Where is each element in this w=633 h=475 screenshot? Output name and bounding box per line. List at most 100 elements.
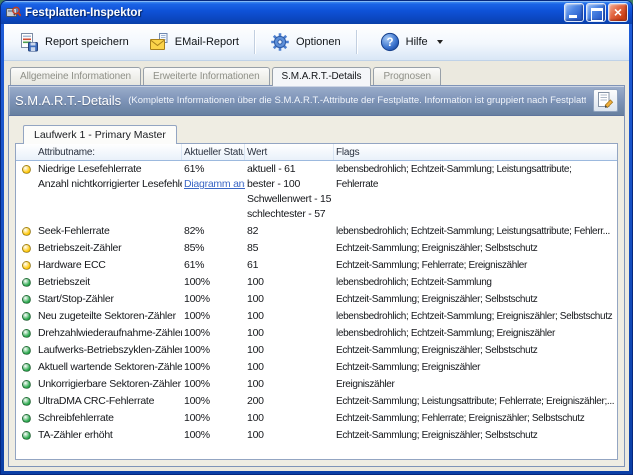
cell-text-line: aktuell - 61: [247, 162, 332, 177]
current-status-cell: 82%: [182, 224, 245, 239]
content-panel: S.M.A.R.T.-Details (Komplette Informatio…: [8, 85, 625, 467]
options-label: Optionen: [296, 36, 341, 48]
table-row[interactable]: Laufwerks-Betriebszyklen-Zähler 100% 100…: [16, 342, 617, 359]
attribute-name-cell: TA-Zähler erhöht: [36, 428, 182, 443]
value-cell: 100: [245, 428, 334, 443]
cell-text-line: 100: [247, 309, 332, 324]
cell-text-line: Aktuell wartende Sektoren-Zähler: [38, 360, 180, 375]
tab-smart-details[interactable]: S.M.A.R.T.-Details: [272, 67, 372, 86]
table-row[interactable]: Seek-Fehlerrate 82% 82 lebensbedrohlich;…: [16, 223, 617, 240]
cell-text-line: 100: [247, 275, 332, 290]
status-icon-cell: [16, 343, 36, 355]
table-row[interactable]: Niedrige LesefehlerrateAnzahl nichtkorri…: [16, 161, 617, 223]
toolbar: Report speichern EMail-Report: [4, 24, 629, 61]
status-icon: [22, 278, 31, 287]
email-envelope-icon: [149, 32, 169, 52]
tab-erweiterte-informationen[interactable]: Erweiterte Informationen: [143, 67, 270, 85]
cell-text-line: lebensbedrohlich; Echtzeit-Sammlung; Lei…: [336, 224, 615, 239]
attribute-name-cell: UltraDMA CRC-Fehlerrate: [36, 394, 182, 409]
status-icon-cell: [16, 241, 36, 253]
cell-text-line: 100%: [184, 309, 243, 324]
cell-text-line: lebensbedrohlich; Echtzeit-Sammlung; Ere…: [336, 326, 615, 341]
status-icon: [22, 227, 31, 236]
cell-text-line: Anzahl nichtkorrigierter Lesefehler: [38, 177, 180, 192]
cell-text-line: Echtzeit-Sammlung; Fehlerrate; Ereignisz…: [336, 411, 615, 426]
table-row[interactable]: Start/Stop-Zähler 100% 100 Echtzeit-Samm…: [16, 291, 617, 308]
value-cell: 100: [245, 377, 334, 392]
email-report-button[interactable]: EMail-Report: [140, 28, 248, 56]
close-button[interactable]: [608, 3, 628, 22]
table-row[interactable]: Betriebszeit-Zähler 85% 85 Echtzeit-Samm…: [16, 240, 617, 257]
cell-text-line: Hardware ECC: [38, 258, 180, 273]
column-header-attributname[interactable]: Attributname:: [36, 144, 182, 160]
cell-text-line: 100: [247, 292, 332, 307]
value-cell: 100: [245, 292, 334, 307]
window-title: Festplatten-Inspektor: [25, 7, 560, 19]
cell-text-line: Laufwerks-Betriebszyklen-Zähler: [38, 343, 180, 358]
value-cell: 100: [245, 326, 334, 341]
options-button[interactable]: Optionen: [261, 28, 350, 56]
cell-text-line: Echtzeit-Sammlung; Ereigniszähler; Selbs…: [336, 343, 615, 358]
flags-cell: Ereigniszähler: [334, 377, 617, 392]
status-icon: [22, 312, 31, 321]
drive-tab-laufwerk-1[interactable]: Laufwerk 1 - Primary Master: [23, 125, 177, 144]
flags-cell: lebensbedrohlich; Echtzeit-Sammlung; Lei…: [334, 162, 617, 192]
minimize-button[interactable]: [564, 3, 584, 22]
column-header-flags[interactable]: Flags: [334, 144, 617, 160]
table-row[interactable]: Neu zugeteilte Sektoren-Zähler 100% 100 …: [16, 308, 617, 325]
attribute-name-cell: Niedrige LesefehlerrateAnzahl nichtkorri…: [36, 162, 182, 192]
cell-text-line: 100: [247, 411, 332, 426]
table-row[interactable]: UltraDMA CRC-Fehlerrate 100% 200 Echtzei…: [16, 393, 617, 410]
cell-text-line: 100: [247, 360, 332, 375]
page-subtitle: (Komplette Informationen über die S.M.A.…: [128, 95, 586, 106]
attribute-name-cell: Aktuell wartende Sektoren-Zähler: [36, 360, 182, 375]
table-row[interactable]: Unkorrigierbare Sektoren-Zähler 100% 100…: [16, 376, 617, 393]
flags-cell: Echtzeit-Sammlung; Fehlerrate; Ereignisz…: [334, 258, 617, 273]
cell-text-line: 61: [247, 258, 332, 273]
status-icon: [22, 261, 31, 270]
table-row[interactable]: Betriebszeit 100% 100 lebensbedrohlich; …: [16, 274, 617, 291]
table-row[interactable]: Schreibfehlerrate 100% 100 Echtzeit-Samm…: [16, 410, 617, 427]
flags-cell: Echtzeit-Sammlung; Ereigniszähler; Selbs…: [334, 428, 617, 443]
section-header: S.M.A.R.T.-Details (Komplette Informatio…: [9, 86, 624, 116]
cell-text-line: 100%: [184, 343, 243, 358]
view-diagram-link[interactable]: Diagramm anse...: [184, 178, 245, 190]
current-status-cell: 100%: [182, 326, 245, 341]
cell-text-line: Unkorrigierbare Sektoren-Zähler: [38, 377, 180, 392]
cell-text-line: 100: [247, 428, 332, 443]
flags-cell: Echtzeit-Sammlung; Ereigniszähler; Selbs…: [334, 292, 617, 307]
table-row[interactable]: TA-Zähler erhöht 100% 100 Echtzeit-Samml…: [16, 427, 617, 444]
value-cell: 85: [245, 241, 334, 256]
cell-text-line: 200: [247, 394, 332, 409]
status-icon-cell: [16, 162, 36, 174]
cell-text-line: 82: [247, 224, 332, 239]
help-button[interactable]: ? Hilfe: [371, 28, 452, 56]
status-icon-cell: [16, 394, 36, 406]
table-row[interactable]: Drehzahlwiederaufnahme-Zähler 100% 100 l…: [16, 325, 617, 342]
cell-text-line: lebensbedrohlich; Echtzeit-Sammlung: [336, 275, 615, 290]
tab-allgemeine-informationen[interactable]: Allgemeine Informationen: [10, 67, 141, 85]
flags-cell: Echtzeit-Sammlung; Ereigniszähler; Selbs…: [334, 343, 617, 358]
cell-text-line: 100%: [184, 275, 243, 290]
attribute-name-cell: Betriebszeit: [36, 275, 182, 290]
report-page-button[interactable]: [593, 89, 618, 112]
attribute-name-cell: Betriebszeit-Zähler: [36, 241, 182, 256]
flags-cell: Echtzeit-Sammlung; Ereigniszähler: [334, 360, 617, 375]
flags-cell: lebensbedrohlich; Echtzeit-Sammlung; Ere…: [334, 309, 617, 324]
column-header-aktueller-status[interactable]: Aktueller Status: [182, 144, 245, 160]
table-row[interactable]: Aktuell wartende Sektoren-Zähler 100% 10…: [16, 359, 617, 376]
cell-text-line: 100: [247, 326, 332, 341]
save-report-button[interactable]: Report speichern: [10, 28, 138, 56]
toolbar-separator: [356, 30, 357, 54]
cell-text-line: 100%: [184, 360, 243, 375]
tab-prognosen[interactable]: Prognosen: [373, 67, 440, 85]
column-header-wert[interactable]: Wert: [245, 144, 334, 160]
email-report-label: EMail-Report: [175, 36, 239, 48]
table-row[interactable]: Hardware ECC 61% 61 Echtzeit-Sammlung; F…: [16, 257, 617, 274]
flags-cell: Echtzeit-Sammlung; Ereigniszähler; Selbs…: [334, 241, 617, 256]
cell-text-line: schlechtester - 57: [247, 207, 332, 222]
status-icon-cell: [16, 326, 36, 338]
value-cell: aktuell - 61bester - 100Schwellenwert - …: [245, 162, 334, 222]
title-bar[interactable]: Festplatten-Inspektor: [1, 1, 632, 24]
maximize-button[interactable]: [586, 3, 606, 22]
